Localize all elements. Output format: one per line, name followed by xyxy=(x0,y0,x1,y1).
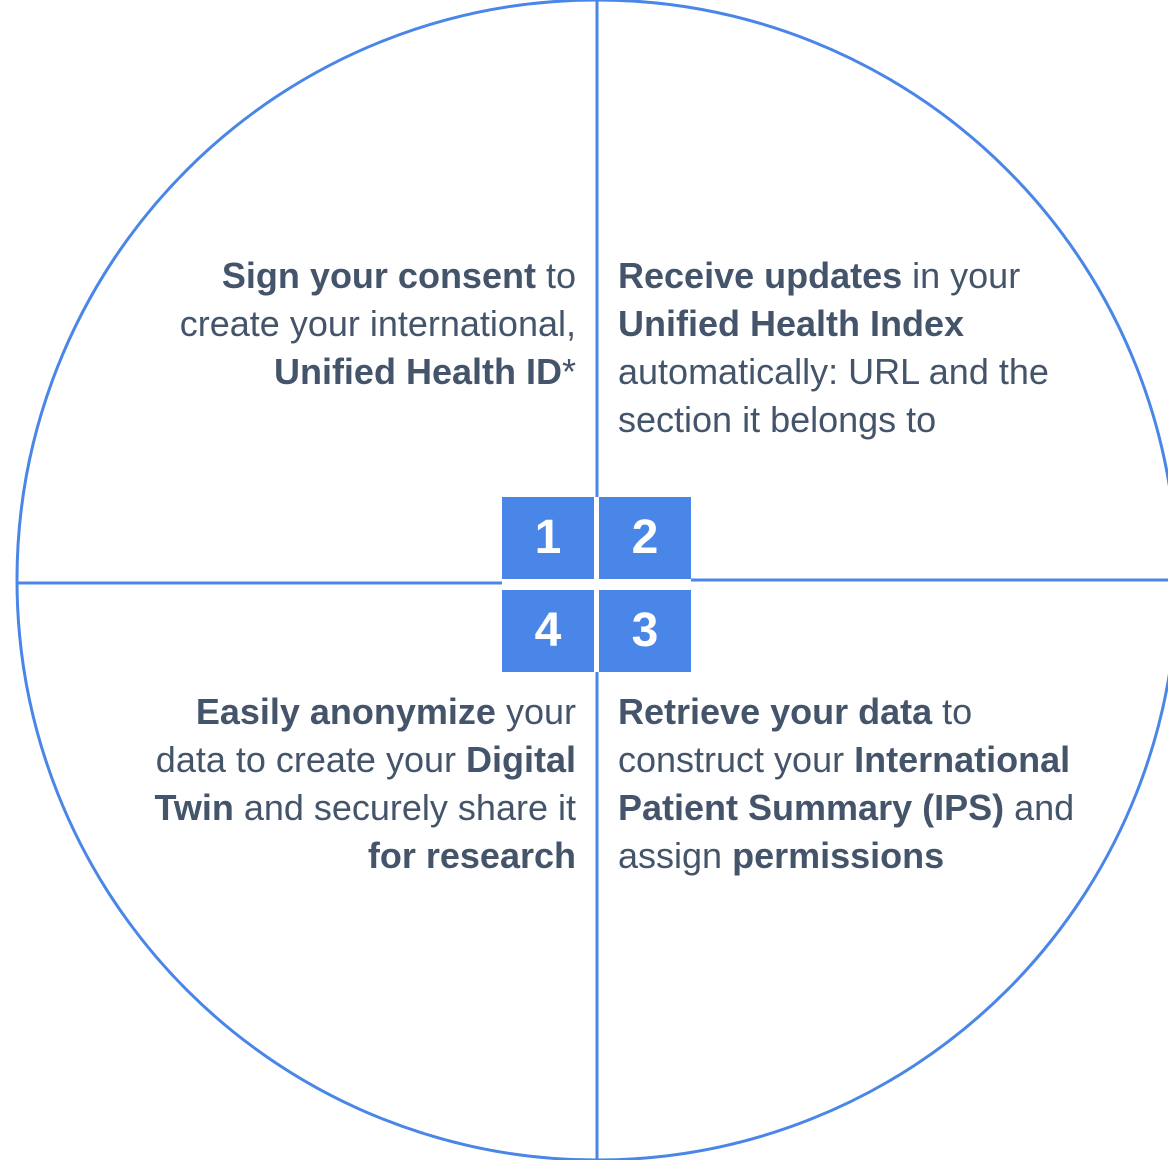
step-number-3: 3 xyxy=(599,590,691,672)
step-number-2: 2 xyxy=(599,497,691,579)
q3-bold-3: permissions xyxy=(732,835,945,876)
q4-bold-1: Easily anonymize xyxy=(195,691,496,732)
q1-bold-2: Unified Health ID xyxy=(273,351,562,392)
quadrant-circle-diagram xyxy=(15,0,1168,1160)
quadrant-1-text: Sign your consent to create your interna… xyxy=(140,252,576,396)
q2-bold-2: Unified Health Index xyxy=(618,303,965,344)
q4-text-2: and securely share it xyxy=(233,787,576,828)
quadrant-2-text: Receive updates in your Unified Health I… xyxy=(618,252,1078,444)
quadrant-3-text: Retrieve your data to construct your Int… xyxy=(618,688,1078,880)
q2-text-2: automatically: URL and the section it be… xyxy=(618,351,1049,440)
q1-text-2: * xyxy=(561,351,576,392)
step-number-1: 1 xyxy=(502,497,594,579)
q2-text-1: in your xyxy=(902,255,1021,296)
q2-bold-1: Receive updates xyxy=(618,255,903,296)
q4-bold-3: for research xyxy=(367,835,576,876)
q3-bold-1: Retrieve your data xyxy=(618,691,933,732)
quadrant-4-text: Easily anonymize your data to create you… xyxy=(140,688,577,880)
step-number-4: 4 xyxy=(502,590,594,672)
q1-bold-1: Sign your consent xyxy=(221,255,536,296)
